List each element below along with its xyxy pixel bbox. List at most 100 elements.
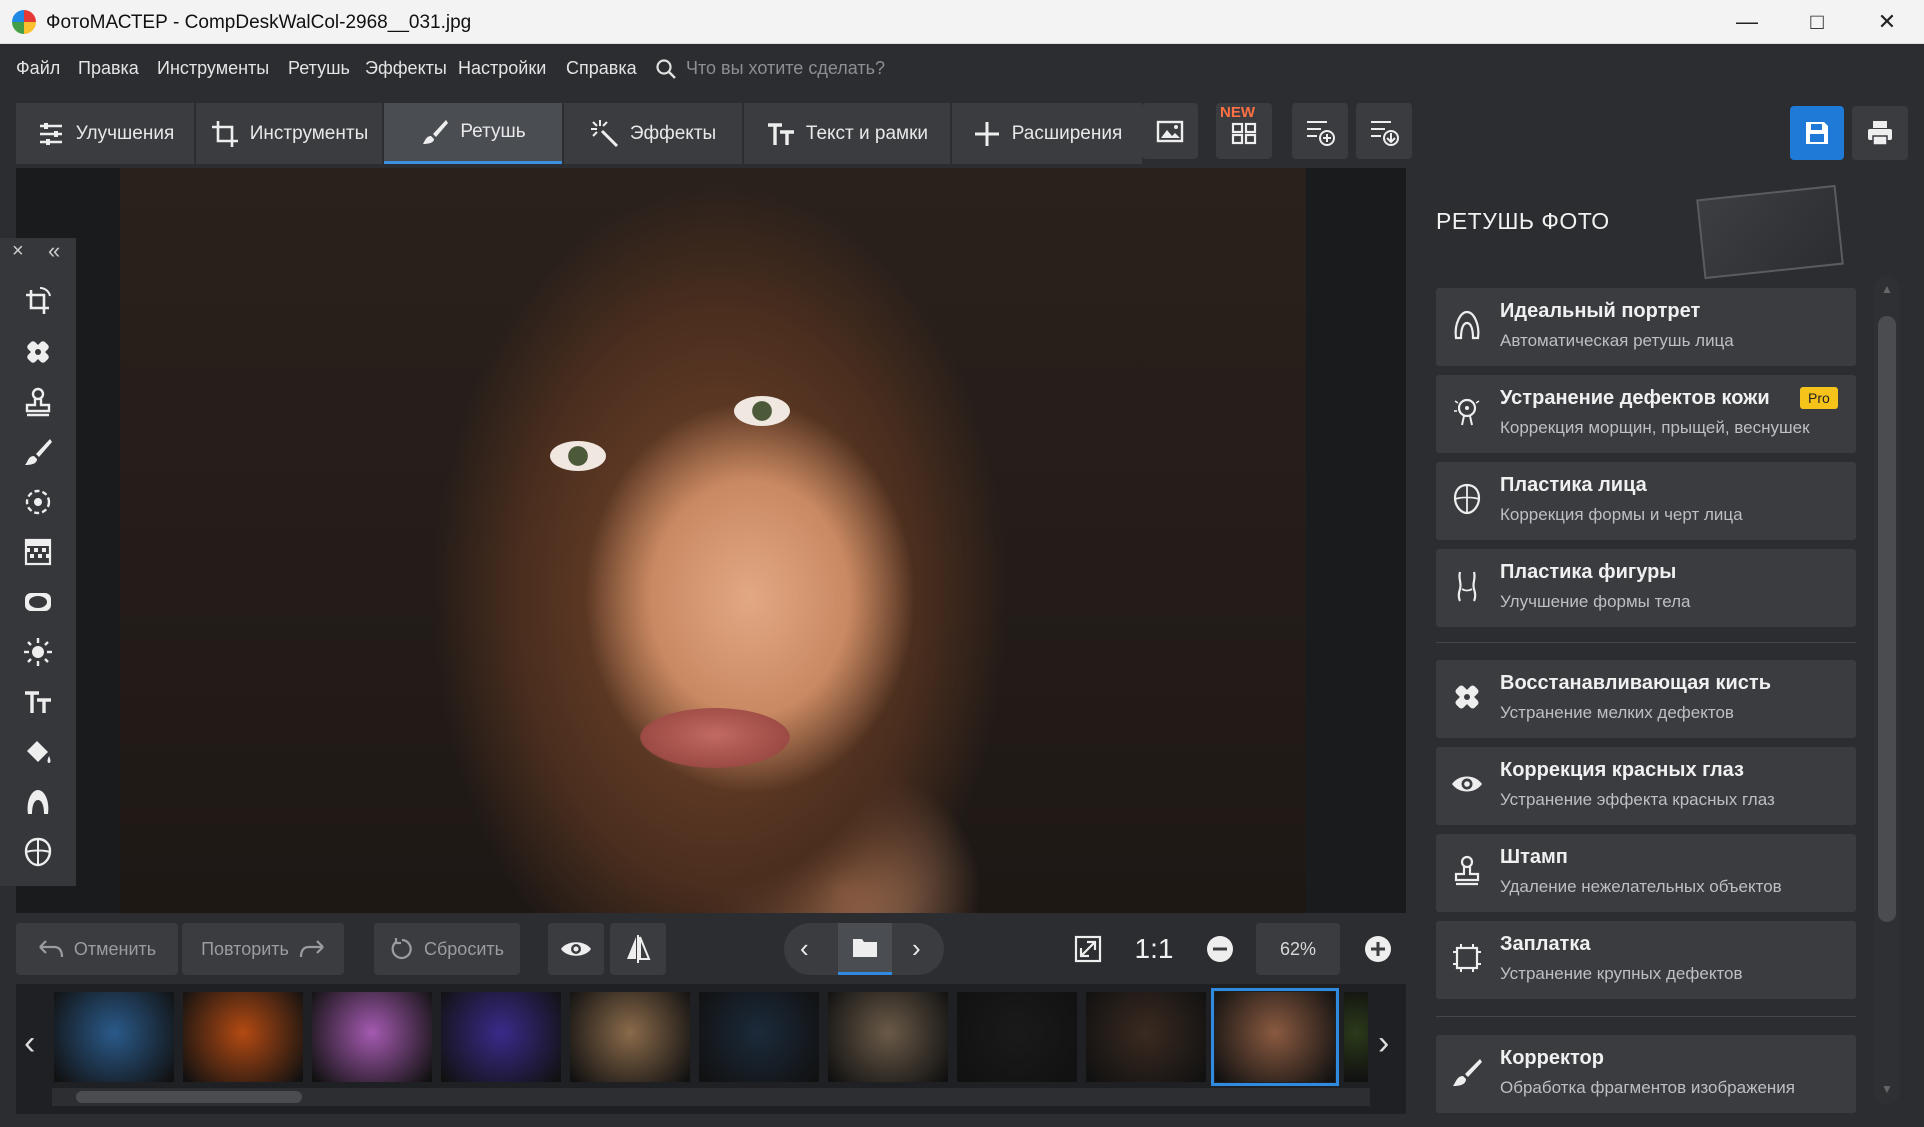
tab-label: Эффекты <box>629 122 717 144</box>
floppy-icon <box>1806 122 1828 144</box>
menu-help[interactable]: Справка <box>566 58 637 79</box>
card-skin-defects[interactable]: Устранение дефектов кожи Pro Коррекция м… <box>1436 375 1856 453</box>
healing-tool-icon[interactable] <box>20 334 56 370</box>
tab-retouch[interactable]: Ретушь <box>384 103 562 164</box>
tab-text-frames[interactable]: Текст и рамки <box>744 103 950 164</box>
corrector-brush-icon <box>1450 1055 1486 1091</box>
brush-tool-icon[interactable] <box>20 434 56 470</box>
save-button[interactable] <box>1790 106 1844 160</box>
scroll-up-icon[interactable]: ▲ <box>1881 282 1893 296</box>
preview-button[interactable] <box>548 923 604 975</box>
close-panel-icon[interactable]: × <box>12 240 24 263</box>
portrait-thumbnail[interactable] <box>1211 988 1339 1086</box>
card-face-shape[interactable]: Пластика лица Коррекция формы и черт лиц… <box>1436 462 1856 540</box>
scrollbar-thumb[interactable] <box>1878 316 1896 922</box>
jars-thumbnail[interactable] <box>570 992 690 1082</box>
next-photo-icon[interactable]: › <box>912 933 921 964</box>
filmstrip-left-arrow-icon[interactable]: ‹ <box>24 1024 35 1063</box>
menu-edit[interactable]: Правка <box>78 58 139 79</box>
radial-tool-icon[interactable] <box>20 484 56 520</box>
card-body-shape[interactable]: Пластика фигуры Улучшение формы тела <box>1436 549 1856 627</box>
folder-icon <box>853 939 877 957</box>
portrait-tool-icon[interactable] <box>20 784 56 820</box>
card-stamp[interactable]: Штамп Удаление нежелательных объектов <box>1436 834 1856 912</box>
card-corrector[interactable]: Корректор Обработка фрагментов изображен… <box>1436 1035 1856 1113</box>
photo-preview[interactable] <box>120 168 1306 913</box>
card-ideal-portrait[interactable]: Идеальный портрет Автоматическая ретушь … <box>1436 288 1856 366</box>
menu-effects[interactable]: Эффекты <box>365 58 447 79</box>
menu-tools[interactable]: Инструменты <box>157 58 269 79</box>
brightness-tool-icon[interactable] <box>20 634 56 670</box>
card-red-eye[interactable]: Коррекция красных глаз Устранение эффект… <box>1436 747 1856 825</box>
zoom-value[interactable]: 62% <box>1256 923 1340 975</box>
search-input[interactable]: Что вы хотите сделать? <box>686 58 885 79</box>
redo-button[interactable]: Повторить <box>182 923 344 975</box>
maximize-button[interactable]: □ <box>1782 0 1852 44</box>
zoom-out-button[interactable] <box>1192 923 1248 975</box>
vignette-tool-icon[interactable] <box>20 584 56 620</box>
menu-file[interactable]: Файл <box>16 58 60 79</box>
reset-button[interactable]: Сбросить <box>374 923 520 975</box>
image-library-button[interactable] <box>1142 103 1198 159</box>
minimize-button[interactable]: — <box>1712 0 1782 44</box>
tab-tools[interactable]: Инструменты <box>196 103 382 164</box>
fit-screen-button[interactable] <box>1060 923 1116 975</box>
woman-room-thumbnail[interactable] <box>828 992 948 1082</box>
panel-header-illustration <box>1696 184 1844 280</box>
zoom-in-button[interactable] <box>1350 923 1406 975</box>
printer-icon <box>1868 121 1892 146</box>
text-icon <box>767 122 794 145</box>
stamp-tool-icon[interactable] <box>20 384 56 420</box>
open-folder-button[interactable] <box>838 923 892 975</box>
previous-photo-icon[interactable]: ‹ <box>800 933 809 964</box>
print-button[interactable] <box>1852 106 1908 160</box>
panel-scrollbar[interactable]: ▲ ▼ <box>1874 276 1900 1104</box>
text-tool-icon[interactable] <box>20 684 56 720</box>
scroll-down-icon[interactable]: ▼ <box>1881 1082 1893 1096</box>
card-title: Заплатка <box>1500 933 1591 955</box>
card-healing-brush[interactable]: Восстанавливающая кисть Устранение мелки… <box>1436 660 1856 738</box>
fill-tool-icon[interactable] <box>20 734 56 770</box>
collapse-panel-icon[interactable]: « <box>48 238 60 264</box>
rotate-crop-tool-icon[interactable] <box>20 284 56 320</box>
tab-label: Инструменты <box>249 122 369 144</box>
app-window: ФотоМАСТЕР - CompDeskWalCol-2968__031.jp… <box>0 0 1924 1127</box>
card-title: Пластика фигуры <box>1500 561 1677 583</box>
scrollbar-thumb[interactable] <box>76 1091 302 1103</box>
earth-flare-thumbnail[interactable] <box>1086 992 1206 1082</box>
dog-thumbnail[interactable] <box>957 992 1077 1082</box>
undo-button[interactable]: Отменить <box>16 923 178 975</box>
filmstrip-scrollbar[interactable] <box>52 1088 1370 1106</box>
card-subtitle: Устранение мелких дефектов <box>1500 703 1734 722</box>
gradient-tool-icon[interactable] <box>20 534 56 570</box>
card-title: Коррекция красных глаз <box>1500 759 1744 781</box>
reset-label: Сбросить <box>423 938 504 959</box>
planet-thumbnail[interactable] <box>183 992 303 1082</box>
face-shape-tool-icon[interactable] <box>20 834 56 870</box>
tab-label: Расширения <box>1011 122 1123 144</box>
filmstrip-right-arrow-icon[interactable]: › <box>1378 1024 1389 1063</box>
add-preset-button[interactable] <box>1292 103 1348 159</box>
tab-extensions[interactable]: Расширения <box>952 103 1142 164</box>
save-preset-button[interactable] <box>1356 103 1412 159</box>
car-neon-thumbnail[interactable] <box>441 992 561 1082</box>
menu-retouch[interactable]: Ретушь <box>288 58 350 79</box>
card-patch[interactable]: Заплатка Устранение крупных дефектов <box>1436 921 1856 999</box>
close-window-button[interactable]: ✕ <box>1852 0 1922 44</box>
card-title: Пластика лица <box>1500 474 1647 496</box>
menu-settings[interactable]: Настройки <box>458 58 546 79</box>
tool-panel-header: × « <box>0 238 76 268</box>
woman-purple-thumbnail[interactable] <box>312 992 432 1082</box>
tool-panel: × « <box>0 238 76 886</box>
monster-thumbnail[interactable] <box>54 992 174 1082</box>
space-thumbnail[interactable] <box>699 992 819 1082</box>
skin-icon <box>1450 395 1486 431</box>
tab-enhancements[interactable]: Улучшения <box>16 103 194 164</box>
magic-wand-icon <box>590 119 618 147</box>
partial-thumbnail[interactable] <box>1344 992 1368 1082</box>
search-icon[interactable] <box>655 58 677 80</box>
actual-size-button[interactable]: 1:1 <box>1124 923 1184 975</box>
compare-button[interactable] <box>610 923 666 975</box>
tab-effects[interactable]: Эффекты <box>564 103 742 164</box>
card-subtitle: Обработка фрагментов изображения <box>1500 1078 1796 1097</box>
